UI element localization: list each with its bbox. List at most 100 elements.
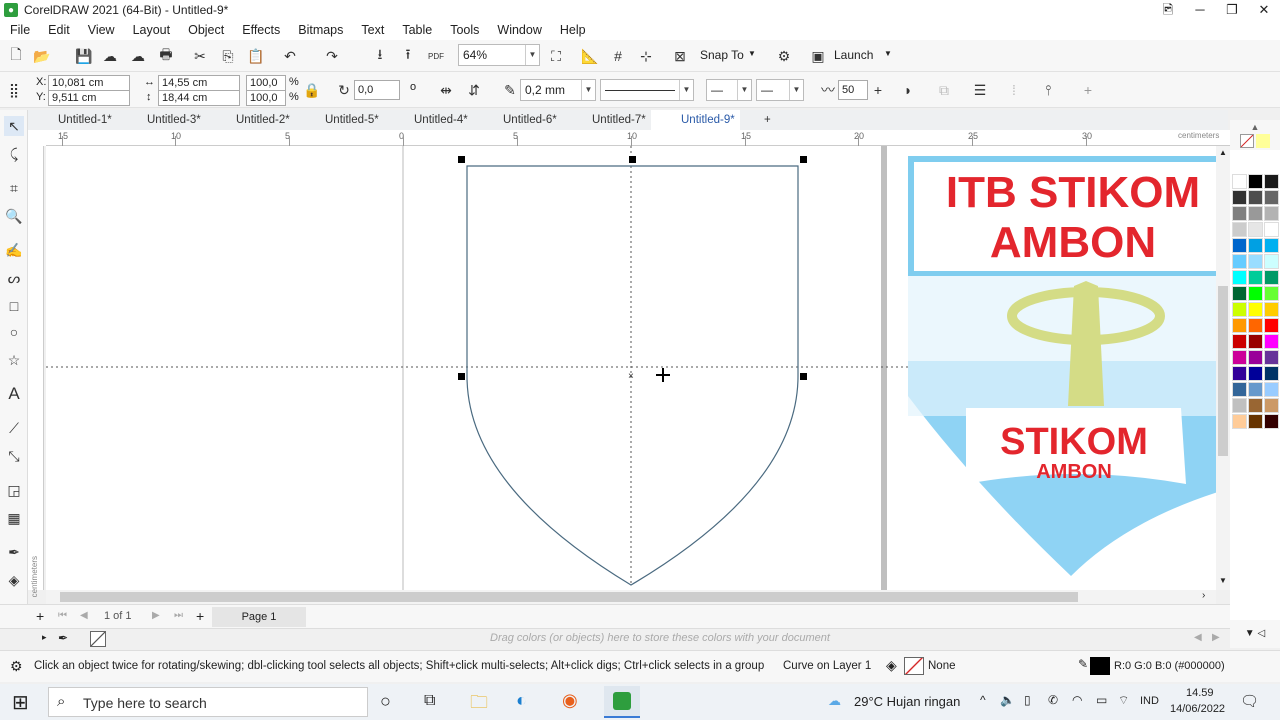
color-swatch[interactable]	[1232, 190, 1247, 205]
transparency-icon[interactable]: ▦	[4, 508, 24, 528]
new-document-icon[interactable]: 🗋	[6, 46, 26, 66]
add-icon[interactable]: +	[1078, 80, 1098, 100]
menu-table[interactable]: Table	[402, 23, 432, 37]
weather-text[interactable]: 29°C Hujan ringan	[854, 694, 960, 709]
previous-page-icon[interactable]: ◀	[80, 610, 88, 621]
color-swatch[interactable]	[1264, 366, 1279, 381]
menu-object[interactable]: Object	[188, 23, 224, 37]
color-swatch[interactable]	[1232, 334, 1247, 349]
color-swatch[interactable]	[1248, 302, 1263, 317]
freehand-tool-icon[interactable]: ✍	[4, 240, 24, 260]
start-arrowhead-select[interactable]: — ▼	[706, 79, 752, 101]
color-swatch[interactable]	[1248, 254, 1263, 269]
swatch[interactable]	[1256, 134, 1270, 148]
color-swatch[interactable]	[1248, 270, 1263, 285]
save-icon[interactable]: 💾	[74, 46, 94, 66]
clock-date[interactable]: 14/06/2022	[1170, 703, 1225, 715]
color-swatch[interactable]	[1248, 238, 1263, 253]
color-swatch[interactable]	[1264, 238, 1279, 253]
polygon-tool-icon[interactable]: ☆	[4, 350, 24, 370]
horizontal-scroll-thumb[interactable]	[60, 592, 1078, 602]
new-tab-button[interactable]: +	[740, 110, 771, 130]
menu-tools[interactable]: Tools	[450, 23, 479, 37]
tab-untitled-1[interactable]: Untitled-1*	[28, 110, 117, 130]
text-tool-icon[interactable]: A	[4, 384, 24, 404]
color-swatch[interactable]	[1264, 206, 1279, 221]
chevron-down-icon[interactable]: ▼	[748, 49, 756, 58]
color-swatch[interactable]	[1264, 414, 1279, 429]
snap-icon[interactable]: ⊠	[670, 46, 690, 66]
color-swatch[interactable]	[1248, 398, 1263, 413]
ellipse-tool-icon[interactable]: ○	[4, 322, 24, 342]
scale-y-field[interactable]: 100,0	[246, 90, 286, 106]
fill-swatch[interactable]	[904, 657, 924, 675]
height-field[interactable]: 18,44 cm	[158, 90, 240, 106]
undo-icon[interactable]: ↶	[280, 46, 300, 66]
align-icon[interactable]: ⁞	[1004, 80, 1024, 100]
eyedropper-icon[interactable]: ✒	[58, 631, 68, 645]
no-color-swatch[interactable]	[1240, 134, 1254, 148]
dimension-tool-icon[interactable]: ⟋	[4, 418, 24, 438]
wifi-icon[interactable]: ⌔	[1118, 693, 1129, 708]
add-page-icon[interactable]: +	[36, 608, 44, 624]
task-view-icon[interactable]: ⧉	[424, 692, 435, 710]
cut-icon[interactable]: ✂	[190, 46, 210, 66]
vertical-scrollbar[interactable]: ▲ ▼	[1216, 146, 1230, 590]
palette-scroll-down-icon[interactable]: ▼	[1245, 628, 1255, 639]
full-screen-preview-icon[interactable]: ⛶	[546, 46, 566, 66]
battery-icon[interactable]: ▭	[1096, 693, 1107, 707]
close-button[interactable]: ✕	[1248, 0, 1280, 20]
show-guidelines-icon[interactable]: ⊹	[636, 46, 656, 66]
end-arrowhead-select[interactable]: — ▼	[756, 79, 804, 101]
color-swatch[interactable]	[1232, 254, 1247, 269]
color-swatch[interactable]	[1232, 222, 1247, 237]
meet-icon[interactable]: ✆	[1048, 693, 1058, 707]
color-swatch[interactable]	[1264, 254, 1279, 269]
artistic-media-icon[interactable]: ᔕ	[4, 268, 24, 288]
color-swatch[interactable]	[1248, 174, 1263, 189]
color-swatch[interactable]	[1264, 382, 1279, 397]
help-icon[interactable]: 🖻	[1152, 0, 1184, 20]
first-page-icon[interactable]: ⏮	[58, 610, 67, 621]
language-indicator[interactable]: IND	[1140, 695, 1159, 707]
color-swatch[interactable]	[1264, 350, 1279, 365]
print-icon[interactable]: 🖶	[156, 46, 176, 66]
color-swatch[interactable]	[1232, 270, 1247, 285]
horizontal-ruler[interactable]: 15 10 5 0 5 10 15 20 25 30 centimeters	[46, 130, 1230, 146]
rotation-field[interactable]: 0,0	[354, 80, 400, 100]
next-page-icon[interactable]: ▶	[152, 610, 160, 621]
scroll-down-icon[interactable]: ▼	[1216, 576, 1230, 585]
zoom-level-select[interactable]: 64% ▼	[458, 44, 540, 66]
clock-time[interactable]: 14.59	[1186, 687, 1214, 699]
color-swatch[interactable]	[1264, 270, 1279, 285]
paste-icon[interactable]: 📋	[246, 46, 266, 66]
color-swatch[interactable]	[1248, 206, 1263, 221]
color-swatch[interactable]	[1232, 286, 1247, 301]
volume-icon[interactable]: 🔈	[1000, 693, 1015, 707]
tab-untitled-7[interactable]: Untitled-7*	[562, 110, 651, 130]
scroll-up-icon[interactable]: ▲	[1216, 148, 1230, 157]
menu-bitmaps[interactable]: Bitmaps	[298, 23, 343, 37]
x-position-field[interactable]: 10,081 cm	[48, 75, 130, 91]
snap-to-label[interactable]: Snap To	[700, 48, 744, 62]
drop-shadow-icon[interactable]: ◲	[4, 480, 24, 500]
outline-swatch[interactable]	[1090, 657, 1110, 675]
menu-effects[interactable]: Effects	[242, 23, 280, 37]
color-swatch[interactable]	[1248, 318, 1263, 333]
add-page-end-icon[interactable]: +	[196, 608, 204, 624]
color-swatch[interactable]	[1232, 302, 1247, 317]
plus-icon[interactable]: +	[868, 80, 888, 100]
color-swatch[interactable]	[1232, 206, 1247, 221]
color-swatch[interactable]	[1264, 334, 1279, 349]
scale-x-field[interactable]: 100,0	[246, 75, 286, 91]
palette-scroll-up-icon[interactable]: ▲	[1230, 120, 1280, 134]
chevron-down-icon[interactable]: ▼	[884, 49, 892, 58]
rotate-icon[interactable]: ↻	[334, 80, 354, 100]
color-swatch[interactable]	[1264, 398, 1279, 413]
redo-icon[interactable]: ↷	[322, 46, 342, 66]
color-swatch[interactable]	[1232, 174, 1247, 189]
color-swatch[interactable]	[1248, 350, 1263, 365]
selection-handles[interactable]	[458, 156, 807, 380]
open-folder-icon[interactable]: 📂	[32, 46, 52, 66]
color-swatch[interactable]	[1264, 286, 1279, 301]
